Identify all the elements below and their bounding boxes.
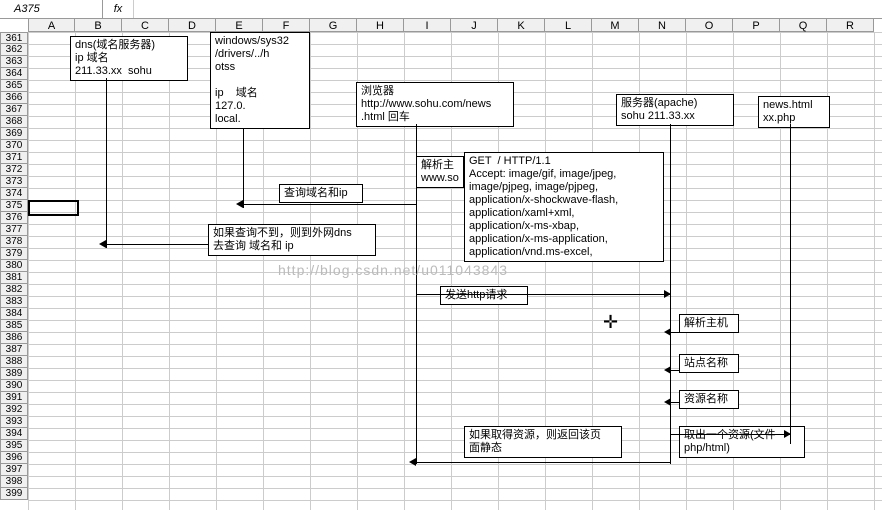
row-383[interactable]: 383 — [0, 296, 28, 308]
row-398[interactable]: 398 — [0, 476, 28, 488]
row-390[interactable]: 390 — [0, 380, 28, 392]
lifeline-files — [790, 124, 791, 444]
row-380[interactable]: 380 — [0, 260, 28, 272]
row-389[interactable]: 389 — [0, 368, 28, 380]
arrowhead-site — [664, 366, 671, 374]
box-files: news.html xx.php — [758, 96, 830, 128]
row-379[interactable]: 379 — [0, 248, 28, 260]
lifeline-windows — [243, 128, 244, 208]
row-374[interactable]: 374 — [0, 188, 28, 200]
col-G[interactable]: G — [310, 18, 357, 32]
box-parsehost: 解析主 www.so — [416, 156, 464, 188]
lifeline-dns — [106, 78, 107, 248]
row-373[interactable]: 373 — [0, 176, 28, 188]
box-parsehost2: 解析主机 — [679, 314, 739, 333]
box-sendreq: 发送http请求 — [440, 286, 528, 305]
row-361[interactable]: 361 — [0, 32, 28, 44]
arrowhead-file — [784, 430, 791, 438]
col-E[interactable]: E — [216, 18, 263, 32]
col-D[interactable]: D — [169, 18, 216, 32]
box-queryip: 查询域名和ip — [279, 184, 363, 203]
row-371[interactable]: 371 — [0, 152, 28, 164]
col-B[interactable]: B — [75, 18, 122, 32]
box-http: GET / HTTP/1.1 Accept: image/gif, image/… — [464, 152, 664, 262]
col-C[interactable]: C — [122, 18, 169, 32]
box-resname: 资源名称 — [679, 390, 739, 409]
row-375[interactable]: 375 — [0, 200, 28, 212]
arrowhead-dns — [99, 240, 106, 248]
row-362[interactable]: 362 — [0, 44, 28, 56]
fx-icon[interactable]: fx — [103, 0, 134, 18]
col-P[interactable]: P — [733, 18, 780, 32]
row-headers: 3613623633643653663673683693703713723733… — [0, 32, 28, 500]
arrow-res — [670, 402, 679, 403]
row-364[interactable]: 364 — [0, 68, 28, 80]
col-N[interactable]: N — [639, 18, 686, 32]
col-R[interactable]: R — [827, 18, 874, 32]
row-370[interactable]: 370 — [0, 140, 28, 152]
name-box[interactable]: A375 — [0, 0, 103, 18]
arrowhead-parse2 — [664, 328, 671, 336]
box-dns: dns(域名服务器) ip 域名 211.33.xx sohu — [70, 36, 188, 81]
col-F[interactable]: F — [263, 18, 310, 32]
arrow-send — [416, 294, 670, 295]
col-Q[interactable]: Q — [780, 18, 827, 32]
arrowhead-query — [236, 200, 243, 208]
col-K[interactable]: K — [498, 18, 545, 32]
arrow-file — [670, 434, 790, 435]
row-377[interactable]: 377 — [0, 224, 28, 236]
row-386[interactable]: 386 — [0, 332, 28, 344]
row-378[interactable]: 378 — [0, 236, 28, 248]
row-388[interactable]: 388 — [0, 356, 28, 368]
row-396[interactable]: 396 — [0, 452, 28, 464]
arrow-parse2 — [670, 332, 679, 333]
col-H[interactable]: H — [357, 18, 404, 32]
col-J[interactable]: J — [451, 18, 498, 32]
row-382[interactable]: 382 — [0, 284, 28, 296]
box-notfound: 如果查询不到，则到外网dns 去查询 域名和 ip — [208, 224, 376, 256]
row-399[interactable]: 399 — [0, 488, 28, 500]
row-363[interactable]: 363 — [0, 56, 28, 68]
box-server: 服务器(apache) sohu 211.33.xx — [616, 94, 734, 126]
box-ifgot: 如果取得资源，则返回该页 面静态 — [464, 426, 622, 458]
row-393[interactable]: 393 — [0, 416, 28, 428]
row-394[interactable]: 394 — [0, 428, 28, 440]
arrow-site — [670, 370, 679, 371]
row-392[interactable]: 392 — [0, 404, 28, 416]
column-headers: ABCDEFGHIJKLMNOPQR — [28, 18, 874, 32]
active-cell[interactable] — [28, 200, 79, 216]
col-I[interactable]: I — [404, 18, 451, 32]
row-376[interactable]: 376 — [0, 212, 28, 224]
col-A[interactable]: A — [28, 18, 75, 32]
cursor-icon: ✛ — [603, 312, 618, 333]
arrow-dns — [106, 244, 208, 245]
box-browser: 浏览器 http://www.sohu.com/news .html 回车 — [356, 82, 514, 127]
row-384[interactable]: 384 — [0, 308, 28, 320]
watermark: http://blog.csdn.net/u011043843 — [278, 262, 508, 278]
formula-bar: A375 fx — [0, 0, 882, 19]
col-O[interactable]: O — [686, 18, 733, 32]
box-windows: windows/sys32 /drivers/../h otss ip 域名 1… — [210, 32, 310, 129]
row-385[interactable]: 385 — [0, 320, 28, 332]
row-387[interactable]: 387 — [0, 344, 28, 356]
arrow-return — [416, 462, 670, 463]
row-381[interactable]: 381 — [0, 272, 28, 284]
row-395[interactable]: 395 — [0, 440, 28, 452]
row-366[interactable]: 366 — [0, 92, 28, 104]
arrow-query — [243, 204, 416, 205]
arrowhead-send — [664, 290, 671, 298]
worksheet-grid[interactable]: dns(域名服务器) ip 域名 211.33.xx sohu windows/… — [28, 32, 882, 510]
box-sitename: 站点名称 — [679, 354, 739, 373]
row-372[interactable]: 372 — [0, 164, 28, 176]
row-365[interactable]: 365 — [0, 80, 28, 92]
col-M[interactable]: M — [592, 18, 639, 32]
row-369[interactable]: 369 — [0, 128, 28, 140]
row-368[interactable]: 368 — [0, 116, 28, 128]
row-397[interactable]: 397 — [0, 464, 28, 476]
row-367[interactable]: 367 — [0, 104, 28, 116]
arrowhead-return — [409, 458, 416, 466]
col-L[interactable]: L — [545, 18, 592, 32]
arrowhead-res — [664, 398, 671, 406]
row-391[interactable]: 391 — [0, 392, 28, 404]
